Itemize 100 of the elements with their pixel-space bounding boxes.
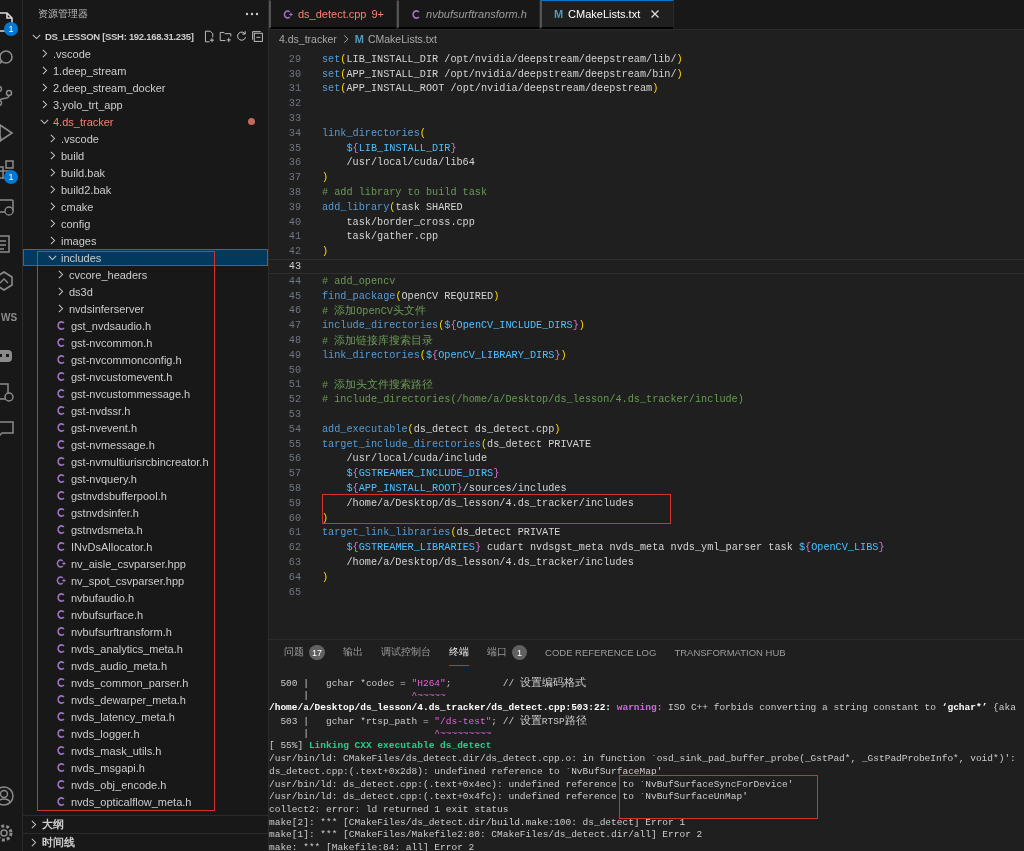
file-item[interactable]: nv_spot_csvparser.hpp [23,572,268,589]
code-line: set(APP_INSTALL_ROOT /opt/nvidia/deepstream/deepstream) [322,83,659,95]
file-item[interactable]: nvds_audio_meta.h [23,657,268,674]
file-item[interactable]: nv_aisle_csvparser.hpp [23,555,268,572]
editor-tab[interactable]: M CMakeLists.txt [539,0,675,29]
file-item[interactable]: gst-nvevent.h [23,419,268,436]
aws-label[interactable]: WS [1,312,18,323]
file-item[interactable]: nvds_msgapi.h [23,759,268,776]
terminal-line: [ 55%] Linking CXX executable ds_detect [269,740,493,754]
file-item[interactable]: gst-nvquery.h [23,470,268,487]
file-item[interactable]: nvds_common_parser.h [23,674,268,691]
code-line: add_library(task SHARED [322,201,463,213]
terminal-line: | ^~~~~~~~~~ [302,727,493,741]
line-number: 44 [287,275,301,287]
folder-item[interactable]: build [23,147,268,164]
panel-tab[interactable]: CODE REFERENCE LOG [545,640,657,666]
terminal-line: ds_detect.cpp:(.text+0x2d8): undefined reference to `NvBufSurfaceMap' [269,765,664,779]
file-item[interactable]: gst-nvmultiurisrcbincreator.h [23,453,268,470]
workspace-header[interactable]: DS_LESSON [SSH: 192.168.31.235] [23,28,268,45]
terminal-line: /home/a/Desktop/ds_lesson/4.ds_tracker/ds_detect.cpp:503:22: warning: ISO C++ forbids converting a string constant to ‘gchar*’ {aka [269,702,1017,715]
editor-tab[interactable]: nvbufsurftransform.h [397,0,540,29]
line-number: 64 [287,571,301,583]
line-number: 53 [287,409,301,420]
folder-item[interactable]: images [23,232,268,249]
folder-item[interactable]: .vscode [23,45,268,62]
file-item[interactable]: nvbufsurftransform.h [23,623,268,640]
line-number: 39 [287,201,301,213]
file-item[interactable]: gst-nvcustomevent.h [23,368,268,385]
terminal-line: /usr/bin/ld: ds_detect.cpp:(.text+0x4ec): undefined reference to `NvBufSurfaceSyncForDevice' [269,778,795,792]
file-item[interactable]: nvds_obj_encode.h [23,776,268,793]
explorer-title: 资源管理器 [38,7,88,21]
breadcrumb-item[interactable]: 4.ds_tracker [279,32,337,45]
count-badge: 1 [4,22,18,36]
line-number: 43 [287,261,301,273]
file-item[interactable]: gst-nvcommon.h [23,334,268,351]
panel-tab[interactable]: 终端 [449,640,469,666]
file-item[interactable]: gst-nvcommonconfig.h [23,351,268,368]
line-number: 62 [287,542,301,554]
line-number: 33 [287,113,301,125]
line-number: 36 [287,157,301,169]
file-item[interactable]: gst_nvdsaudio.h [23,317,268,334]
folder-item[interactable]: 3.yolo_trt_app [23,96,268,113]
line-number: 29 [287,53,301,65]
code-line: # add library to build task [322,187,488,199]
file-item[interactable]: nvbufsurface.h [23,606,268,623]
folder-item[interactable]: 2.deep_stream_docker [23,79,268,96]
section-header[interactable]: 时间线 [23,833,268,851]
code-line: # add_opencv [322,275,396,287]
code-line: /usr/local/cuda/lib64 [346,157,475,169]
code-line: # 添加OpenCV头文件 [322,303,426,318]
line-number: 51 [287,379,301,391]
code-line: link_directories(${OpenCV_LIBRARY_DIRS}) [322,349,567,361]
code-line: # include_directories(/home/a/Desktop/ds_lesson/4.ds_tracker/include) [322,394,744,406]
file-item[interactable]: nvbufaudio.h [23,589,268,606]
file-item[interactable]: gst-nvcustommessage.h [23,385,268,402]
file-item[interactable]: gstnvdsinfer.h [23,504,268,521]
file-item[interactable]: nvds_analytics_meta.h [23,640,268,657]
line-number: 52 [287,394,301,406]
folder-item[interactable]: cvcore_headers [23,266,268,283]
editor-tab[interactable]: ds_detect.cpp 9+ [269,0,398,29]
section-header[interactable]: 大纲 [23,815,268,833]
folder-item[interactable]: config [23,215,268,232]
folder-item[interactable]: .vscode [23,130,268,147]
folder-item[interactable]: ds3d [23,283,268,300]
line-number: 54 [287,423,301,435]
panel-tab[interactable]: TRANSFORMATION HUB [674,640,786,666]
panel-tab[interactable]: 问题 17 [284,640,325,666]
code-line: include_directories(${OpenCV_INCLUDE_DIRS}) [322,320,585,332]
terminal-line: make: *** [Makefile:84: all] Error 2 [269,841,476,851]
folder-item[interactable]: includes [23,249,268,266]
panel-tab[interactable]: 调试控制台 [381,640,431,666]
breadcrumb-item[interactable]: CMakeLists.txt [367,32,437,45]
code-line: ) [322,571,329,583]
file-item[interactable]: INvDsAllocator.h [23,538,268,555]
line-number: 42 [287,246,301,258]
file-item[interactable]: nvds_dewarper_meta.h [23,691,268,708]
folder-item[interactable]: cmake [23,198,268,215]
folder-item[interactable]: 4.ds_tracker [23,113,268,130]
line-number: 63 [287,557,301,568]
line-number: 46 [287,305,301,317]
line-number: 60 [287,512,301,524]
file-item[interactable]: gst-nvdssr.h [23,402,268,419]
folder-item[interactable]: nvdsinferserver [23,300,268,317]
line-number: 30 [287,68,301,80]
file-item[interactable]: nvds_latency_meta.h [23,708,268,725]
folder-item[interactable]: build.bak [23,164,268,181]
file-item[interactable]: nvds_logger.h [23,725,268,742]
file-item[interactable]: nvds_mask_utils.h [23,742,268,759]
code-line: /home/a/Desktop/ds_lesson/4.ds_tracker/includes [346,497,634,509]
terminal-line: /usr/bin/ld: CMakeFiles/ds_detect.dir/ds_detect.cpp.o: in function `osd_sink_pad_buffer_probe(_GstPad*, _GstPadProbeInfo*, void*)': [269,753,1017,766]
file-item[interactable]: gstnvdsbufferpool.h [23,487,268,504]
folder-item[interactable]: build2.bak [23,181,268,198]
file-item[interactable]: gst-nvmessage.h [23,436,268,453]
file-item[interactable]: nvds_opticalflow_meta.h [23,793,268,810]
folder-item[interactable]: 1.deep_stream [23,62,268,79]
panel-tab[interactable]: 端口 1 [487,640,527,666]
panel-tab[interactable]: 输出 [343,640,363,666]
line-number: 50 [287,364,301,376]
file-item[interactable]: gstnvdsmeta.h [23,521,268,538]
code-line: /usr/local/cuda/include [346,453,488,465]
